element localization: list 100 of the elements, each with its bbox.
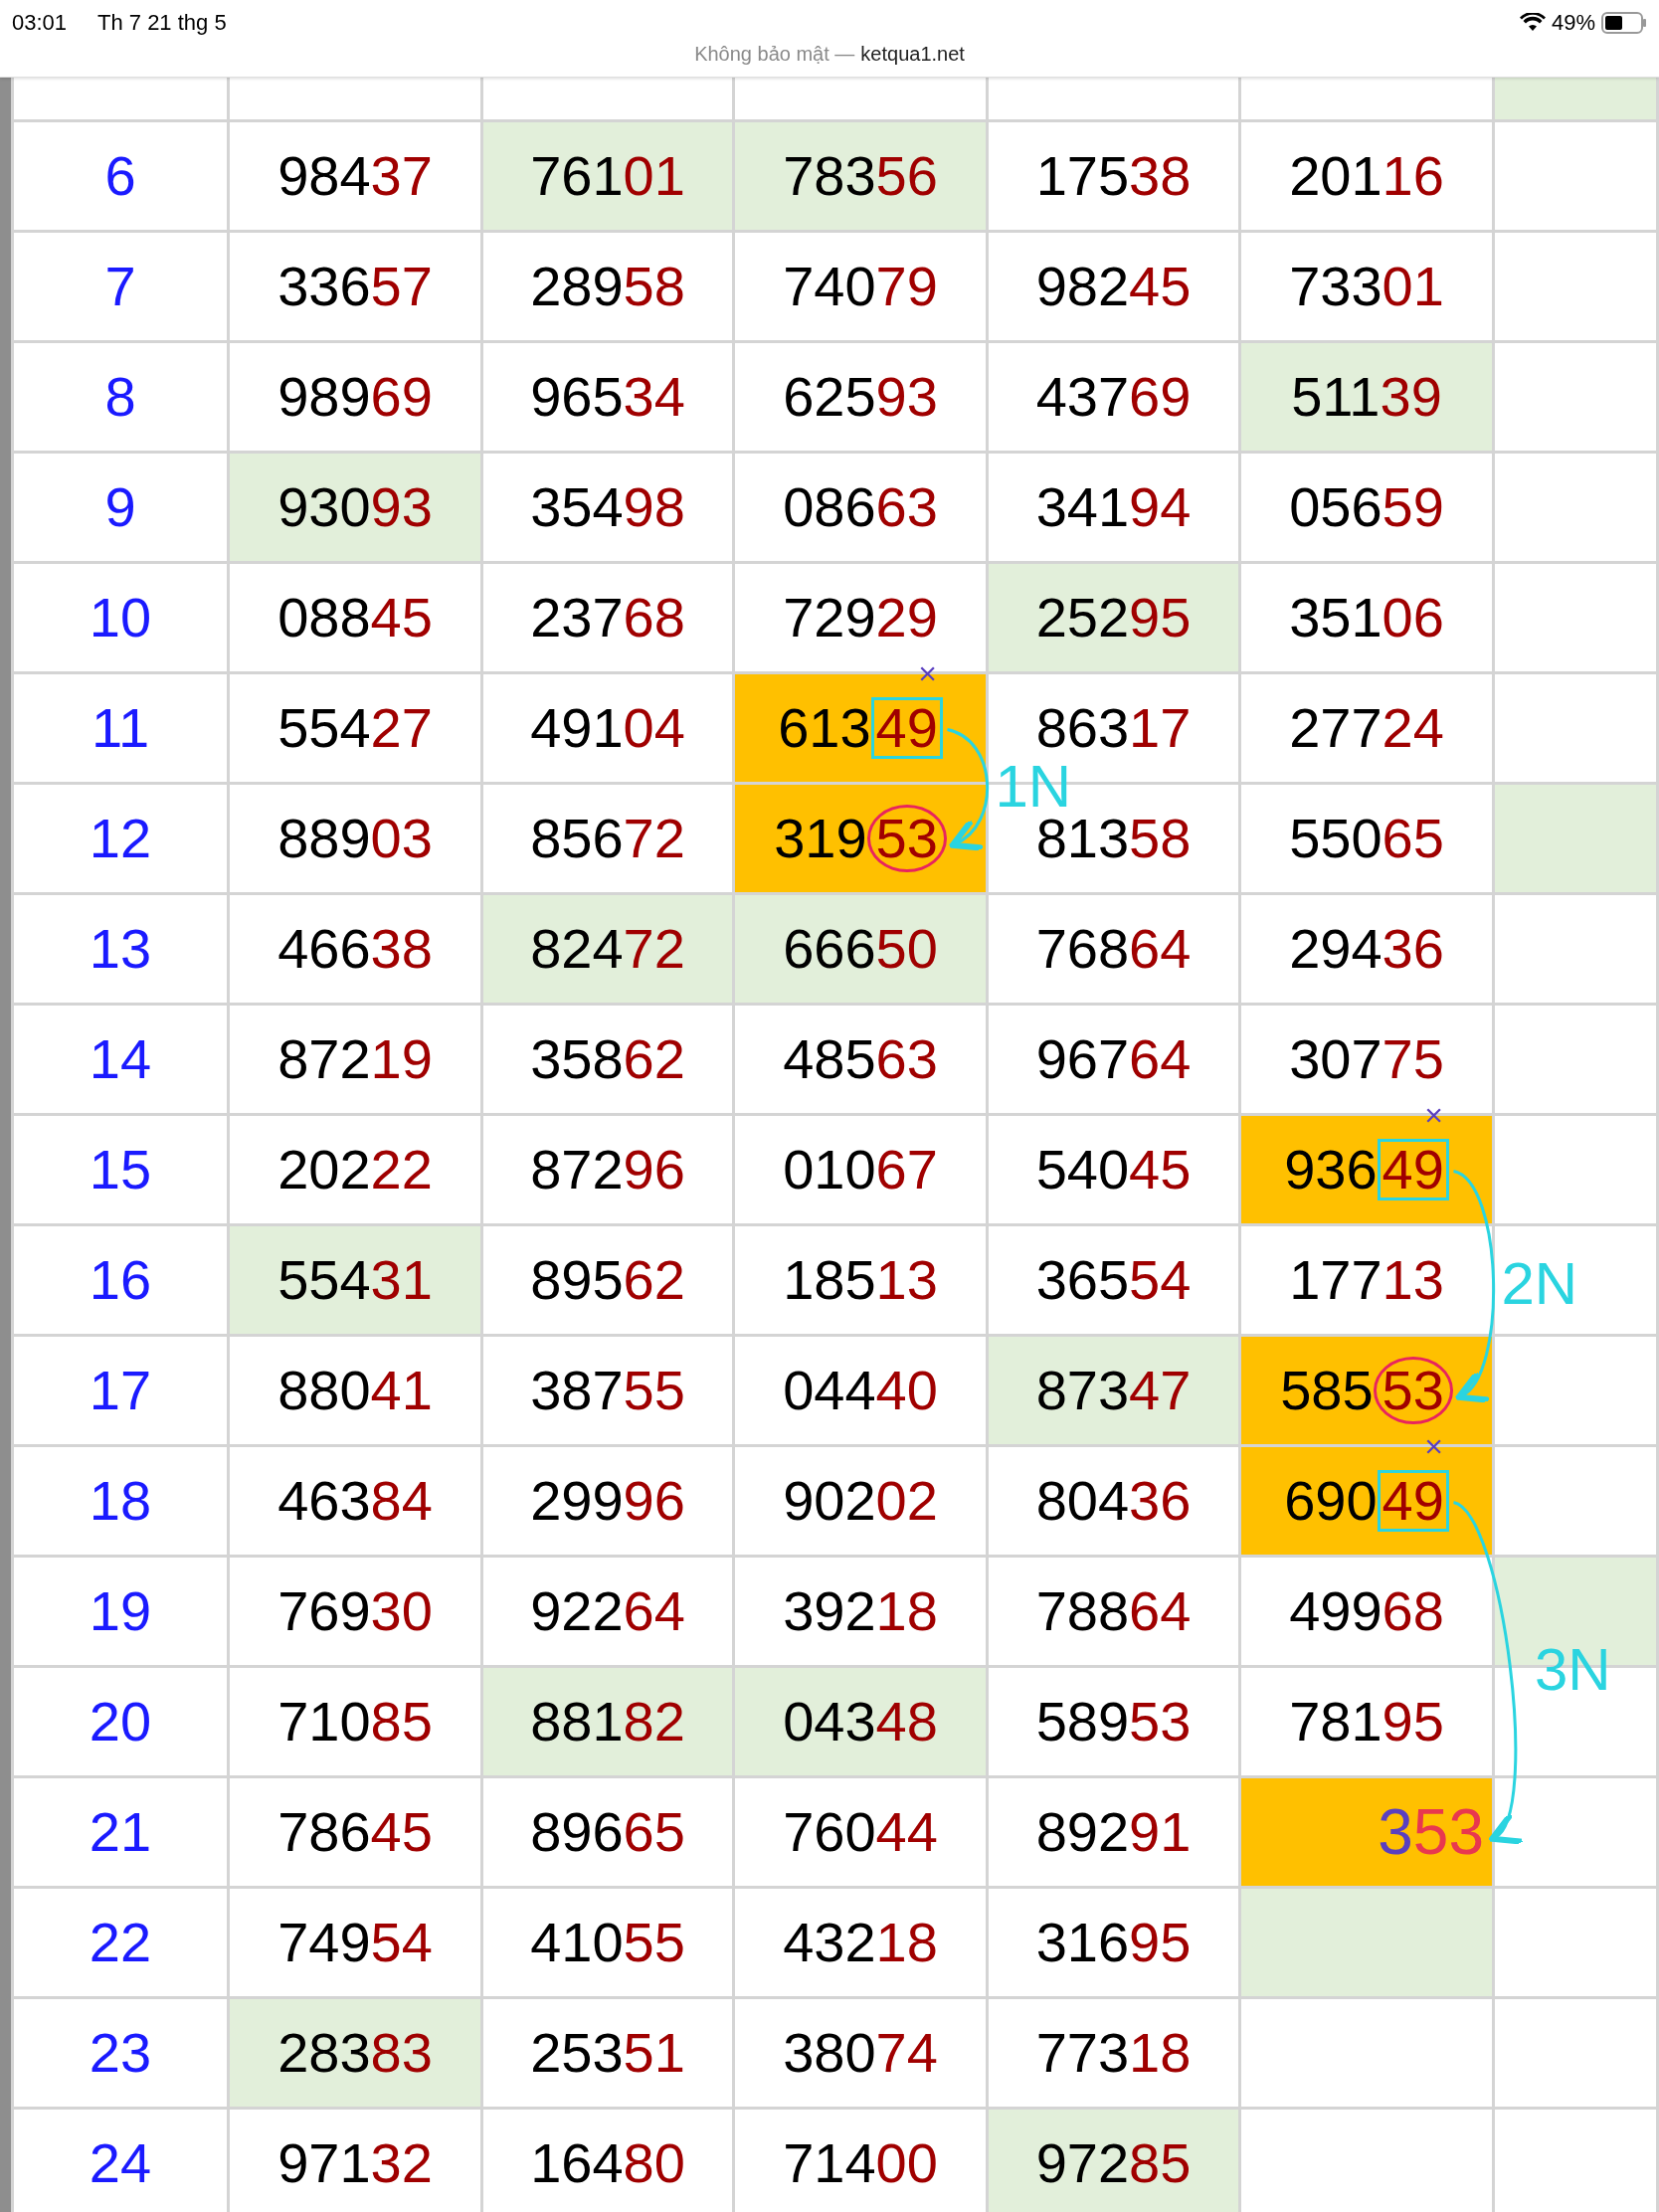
row-number: 15: [89, 1142, 152, 1198]
row-number: 13: [89, 921, 152, 977]
handwritten-digits: 53: [1412, 1800, 1484, 1864]
number-digits: 889: [277, 811, 371, 866]
end-digits: 44: [875, 1804, 938, 1860]
end-digits: 96: [623, 1473, 685, 1529]
battery-icon: [1601, 11, 1647, 34]
number-digits: 984: [277, 148, 371, 204]
end-digits: 93: [875, 369, 938, 425]
end-digits: 47: [1129, 1363, 1192, 1418]
end-digits: 18: [875, 1915, 938, 1970]
number-digits: 237: [530, 590, 624, 645]
number-digits: 824: [530, 921, 624, 977]
number-digits: 740: [783, 259, 876, 314]
number-digits: 299: [530, 1473, 624, 1529]
end-digits: 22: [370, 1142, 433, 1198]
number-digits: 554: [277, 1252, 371, 1308]
number-digits: 550: [1289, 811, 1382, 866]
number-digits: 088: [277, 590, 371, 645]
row-number: 14: [89, 1031, 152, 1087]
number-digits: 872: [530, 1142, 624, 1198]
end-digits: 75: [1382, 1031, 1444, 1087]
number-digits: 432: [783, 1915, 876, 1970]
end-digits: 59: [1382, 479, 1444, 535]
end-digits: 36: [1382, 921, 1444, 977]
end-digits: 68: [623, 590, 685, 645]
number-digits: 319: [774, 811, 867, 866]
number-digits: 922: [530, 1583, 624, 1639]
end-digits: 63: [875, 479, 938, 535]
end-digits: 62: [623, 1031, 685, 1087]
end-digits: 84: [370, 1473, 433, 1529]
end-digits: 01: [623, 148, 685, 204]
end-digits: 06: [1382, 590, 1444, 645]
number-digits: 380: [783, 2025, 876, 2081]
end-digits: 27: [370, 700, 433, 756]
site-url[interactable]: ketqua1.net: [860, 39, 965, 69]
number-digits: 358: [530, 1031, 624, 1087]
number-digits: 202: [277, 1142, 371, 1198]
number-digits: 881: [530, 1694, 624, 1750]
row-number: 10: [89, 590, 152, 645]
number-digits: 781: [1289, 1694, 1382, 1750]
number-digits: 354: [530, 479, 624, 535]
end-digits: 39: [1380, 369, 1442, 425]
number-digits: 972: [1035, 2135, 1130, 2191]
battery-percent: 49%: [1551, 9, 1595, 37]
end-digits: 32: [370, 2135, 433, 2191]
end-digits: 13: [875, 1252, 938, 1308]
end-digits: 85: [1129, 2135, 1192, 2191]
number-digits: 466: [277, 921, 371, 977]
number-digits: 788: [1035, 1583, 1130, 1639]
row-number: 18: [89, 1473, 152, 1529]
end-digits: 53: [1129, 1694, 1192, 1750]
number-digits: 714: [783, 2135, 876, 2191]
row-number: 9: [104, 479, 136, 535]
circled-digits: 53: [866, 805, 947, 872]
end-digits: 93: [370, 479, 433, 535]
number-digits: 010: [783, 1142, 876, 1198]
number-digits: 540: [1035, 1142, 1130, 1198]
wifi-icon: [1519, 12, 1546, 33]
handwritten-digit: 3: [1378, 1800, 1413, 1864]
end-digits: 16: [1382, 148, 1444, 204]
number-digits: 965: [530, 369, 624, 425]
end-digits: 91: [1129, 1804, 1192, 1860]
end-digits: 30: [370, 1583, 433, 1639]
end-digits: 85: [370, 1694, 433, 1750]
boxed-digits: 49: [1377, 1470, 1449, 1532]
number-digits: 856: [530, 811, 624, 866]
number-digits: 175: [1035, 148, 1130, 204]
end-digits: 31: [370, 1252, 433, 1308]
number-digits: 733: [1289, 259, 1382, 314]
number-digits: 863: [1035, 700, 1130, 756]
end-digits: 95: [1129, 1915, 1192, 1970]
end-digits: 45: [370, 590, 433, 645]
row-number: 6: [104, 148, 136, 204]
number-digits: 729: [783, 590, 876, 645]
row-number: 24: [89, 2135, 152, 2191]
number-digits: 511: [1291, 369, 1381, 425]
number-digits: 554: [277, 700, 371, 756]
number-digits: 392: [783, 1583, 876, 1639]
annotation-label: 2N: [1501, 1253, 1578, 1314]
end-digits: 45: [370, 1804, 433, 1860]
end-digits: 36: [1129, 1473, 1192, 1529]
end-digits: 58: [623, 259, 685, 314]
number-digits: 294: [1289, 921, 1382, 977]
end-digits: 50: [875, 921, 938, 977]
end-digits: 72: [623, 811, 685, 866]
end-digits: 83: [370, 2025, 433, 2081]
number-digits: 783: [783, 148, 876, 204]
number-digits: 769: [277, 1583, 371, 1639]
end-digits: 55: [623, 1915, 685, 1970]
end-digits: 64: [623, 1583, 685, 1639]
end-digits: 51: [623, 2025, 685, 2081]
number-digits: 589: [1035, 1694, 1130, 1750]
number-digits: 930: [277, 479, 371, 535]
end-digits: 45: [1129, 259, 1192, 314]
number-digits: 437: [1035, 369, 1130, 425]
number-digits: 880: [277, 1363, 371, 1418]
end-digits: 65: [1382, 811, 1444, 866]
end-digits: 18: [875, 1583, 938, 1639]
end-digits: 80: [623, 2135, 685, 2191]
